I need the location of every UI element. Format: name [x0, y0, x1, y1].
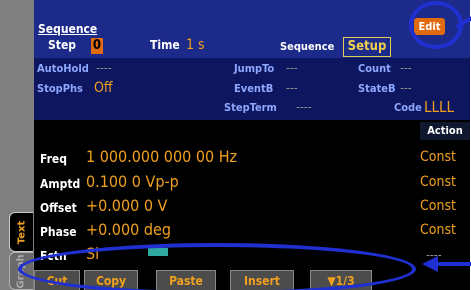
sequence-label: Sequence: [280, 40, 335, 53]
phase-action[interactable]: Const: [420, 222, 456, 238]
freq-value[interactable]: 1 000.000 000 00 Hz: [86, 147, 237, 166]
code-label: Code: [394, 101, 422, 114]
tab-text-label: Text: [16, 220, 28, 244]
step-value[interactable]: 0: [91, 38, 103, 54]
code-value[interactable]: LLLL: [424, 98, 454, 116]
stepterm-value[interactable]: ----: [296, 100, 312, 114]
setup-button[interactable]: Setup: [343, 37, 391, 57]
stateb-value[interactable]: ---: [400, 81, 412, 95]
amptd-action[interactable]: Const: [420, 174, 456, 190]
action-header: Action: [420, 122, 470, 140]
stateb-label: StateB: [358, 82, 396, 95]
autohold-value[interactable]: ----: [96, 61, 112, 75]
count-value[interactable]: ---: [400, 61, 412, 75]
eventb-value[interactable]: ---: [286, 81, 298, 95]
freq-action[interactable]: Const: [420, 149, 456, 165]
tab-text[interactable]: Text: [9, 212, 33, 252]
step-label: Step: [48, 38, 76, 52]
jumpto-label: JumpTo: [234, 62, 275, 75]
phase-value[interactable]: +0.000 deg: [86, 220, 171, 239]
amptd-value[interactable]: 0.100 0 Vp-p: [86, 172, 179, 191]
autohold-label: AutoHold: [37, 62, 89, 75]
stopphs-value[interactable]: Off: [94, 80, 113, 96]
freq-label: Freq: [40, 152, 67, 166]
amptd-label: Amptd: [40, 177, 81, 191]
offset-action[interactable]: Const: [420, 198, 456, 214]
phase-label: Phase: [40, 225, 77, 239]
callout-ellipse: [18, 243, 416, 290]
time-value[interactable]: 1 s: [186, 37, 205, 53]
page-title: Sequence: [38, 22, 98, 36]
view-tabs: Text Graph: [0, 0, 34, 290]
eventb-label: EventB: [234, 82, 274, 95]
callout-arrow-icon: [422, 256, 438, 272]
stepterm-label: StepTerm: [224, 101, 277, 114]
count-label: Count: [358, 62, 391, 75]
offset-label: Offset: [40, 201, 77, 215]
time-label: Time: [150, 38, 180, 52]
jumpto-value[interactable]: ---: [286, 61, 298, 75]
stopphs-label: StopPhs: [37, 82, 83, 95]
offset-value[interactable]: +0.000 0 V: [86, 196, 167, 215]
callout-arrow-line: [435, 262, 471, 266]
